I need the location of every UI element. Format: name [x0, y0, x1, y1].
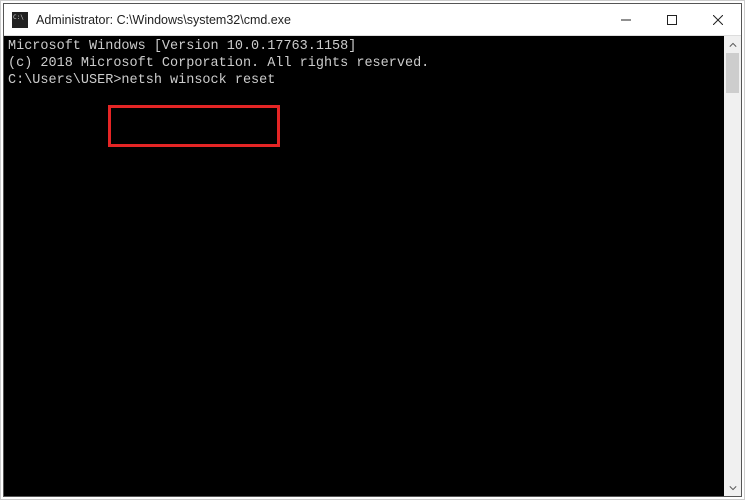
window-title: Administrator: C:\Windows\system32\cmd.e…: [36, 13, 603, 27]
output-line: Microsoft Windows [Version 10.0.17763.11…: [8, 38, 720, 55]
minimize-icon: [621, 15, 631, 25]
scroll-down-button[interactable]: [724, 479, 741, 496]
titlebar[interactable]: Administrator: C:\Windows\system32\cmd.e…: [4, 4, 741, 36]
output-line: (c) 2018 Microsoft Corporation. All righ…: [8, 55, 720, 72]
maximize-icon: [667, 15, 677, 25]
close-icon: [713, 15, 723, 25]
close-button[interactable]: [695, 4, 741, 35]
terminal-area: Microsoft Windows [Version 10.0.17763.11…: [4, 36, 741, 496]
minimize-button[interactable]: [603, 4, 649, 35]
chevron-down-icon: [729, 484, 737, 492]
terminal-output[interactable]: Microsoft Windows [Version 10.0.17763.11…: [4, 36, 724, 496]
maximize-button[interactable]: [649, 4, 695, 35]
chevron-up-icon: [729, 41, 737, 49]
prompt: C:\Users\USER>: [8, 73, 121, 88]
cmd-icon: [12, 12, 28, 28]
cmd-window: Administrator: C:\Windows\system32\cmd.e…: [3, 3, 742, 497]
vertical-scrollbar[interactable]: [724, 36, 741, 496]
scrollbar-thumb[interactable]: [726, 53, 739, 93]
scroll-up-button[interactable]: [724, 36, 741, 53]
command-input[interactable]: netsh winsock reset: [121, 73, 275, 88]
window-controls: [603, 4, 741, 35]
scrollbar-track[interactable]: [724, 53, 741, 479]
